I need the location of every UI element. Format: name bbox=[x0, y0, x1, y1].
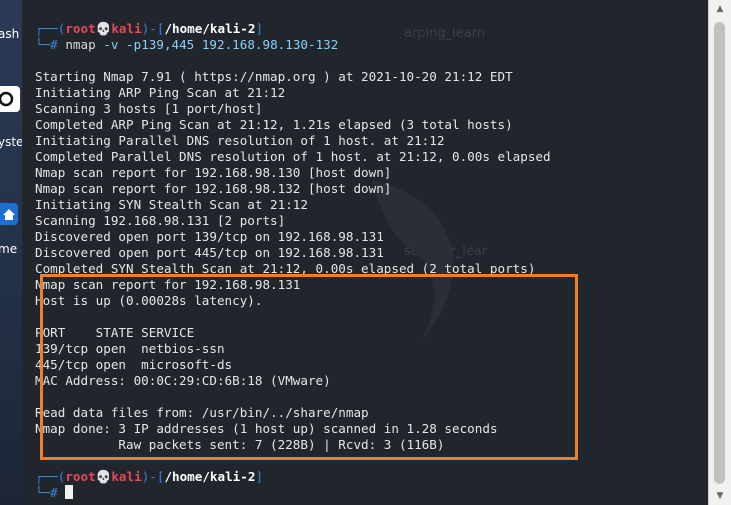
output-line: Completed Parallel DNS resolution of 1 h… bbox=[35, 149, 551, 164]
prompt-bracket-close: ] bbox=[255, 469, 264, 484]
desktop-icon-label-home[interactable]: me bbox=[0, 242, 17, 256]
prompt-bracket-close: ] bbox=[255, 21, 264, 36]
command-args: -v -p139,445 192.168.98.130-132 bbox=[103, 37, 339, 52]
highlight-annotation-box bbox=[40, 274, 578, 460]
desktop-background: ash yste me bbox=[0, 0, 22, 505]
home-icon bbox=[3, 209, 15, 220]
prompt-bracket: ┌──( bbox=[35, 469, 66, 484]
prompt-user: root💀kali bbox=[65, 469, 142, 484]
output-line: Discovered open port 139/tcp on 192.168.… bbox=[35, 229, 384, 244]
command-name: nmap bbox=[65, 37, 96, 52]
command-line-input[interactable]: └─# bbox=[35, 485, 74, 501]
output-line: Scanning 192.168.98.131 [2 ports] bbox=[35, 213, 286, 228]
prompt-separator: )-[ bbox=[141, 469, 165, 484]
output-line: Nmap scan report for 192.168.98.132 [hos… bbox=[35, 181, 392, 196]
screen: ash yste me arping_learn scanner_lear ┌─… bbox=[0, 0, 731, 505]
prompt-bracket: ┌──( bbox=[35, 21, 66, 36]
terminal-window[interactable]: arping_learn scanner_lear ┌──(root💀kali)… bbox=[22, 0, 731, 505]
desktop-icon-home[interactable] bbox=[0, 203, 18, 225]
output-line: Starting Nmap 7.91 ( https://nmap.org ) … bbox=[35, 69, 513, 84]
prompt-hash: └─# bbox=[35, 37, 58, 52]
output-line: Scanning 3 hosts [1 port/host] bbox=[35, 101, 263, 116]
prompt-line-top: ┌──(root💀kali)-[/home/kali-2] bbox=[35, 469, 263, 485]
output-line: Nmap scan report for 192.168.98.130 [hos… bbox=[35, 165, 392, 180]
prompt-hash: └─# bbox=[35, 485, 58, 500]
background-label: arping_learn bbox=[404, 26, 486, 41]
prompt-user: root💀kali bbox=[65, 21, 142, 36]
prompt-path: /home/kali-2 bbox=[164, 21, 256, 36]
scrollbar-thumb[interactable] bbox=[714, 22, 725, 484]
magnifier-icon bbox=[0, 91, 14, 107]
text-cursor bbox=[65, 485, 74, 499]
command-line: └─# nmap -v -p139,445 192.168.98.130-132 bbox=[35, 37, 338, 53]
scroll-up-arrow-icon[interactable]: ▲ bbox=[709, 0, 731, 18]
output-line: Completed ARP Ping Scan at 21:12, 1.21s … bbox=[35, 117, 513, 132]
desktop-icon-label-system[interactable]: yste bbox=[0, 135, 22, 149]
scroll-down-arrow-icon[interactable]: ▼ bbox=[709, 487, 731, 505]
desktop-icon-system[interactable] bbox=[0, 86, 20, 112]
desktop-icon-label-trash[interactable]: ash bbox=[0, 27, 19, 41]
output-line: Initiating ARP Ping Scan at 21:12 bbox=[35, 85, 286, 100]
output-line: Initiating Parallel DNS resolution of 1 … bbox=[35, 133, 445, 148]
prompt-path: /home/kali-2 bbox=[164, 469, 256, 484]
prompt-separator: )-[ bbox=[141, 21, 165, 36]
output-line: Initiating SYN Stealth Scan at 21:12 bbox=[35, 197, 308, 212]
output-line: Discovered open port 445/tcp on 192.168.… bbox=[35, 245, 384, 260]
vertical-scrollbar[interactable]: ▲ ▼ bbox=[708, 0, 731, 505]
prompt-line-top: ┌──(root💀kali)-[/home/kali-2] bbox=[35, 21, 263, 37]
